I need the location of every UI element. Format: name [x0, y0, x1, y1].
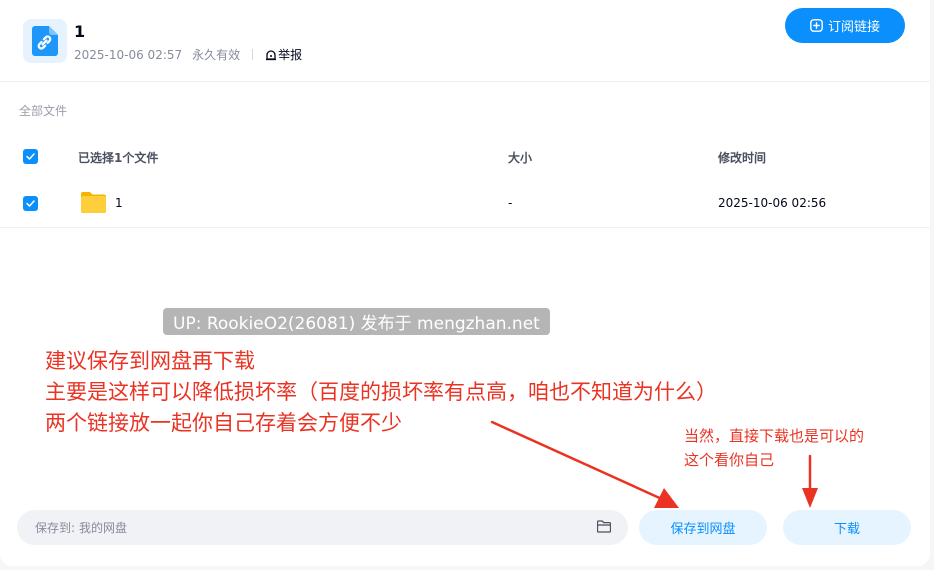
file-size: -: [508, 196, 513, 210]
save-to-netdisk-button[interactable]: 保存到网盘: [639, 510, 767, 545]
save-destination-field[interactable]: 保存到: 我的网盘: [17, 510, 628, 545]
column-header-name: 已选择1个文件: [78, 151, 159, 165]
file-modified: 2025-10-06 02:56: [718, 196, 827, 210]
annotation-text: 建议保存到网盘再下载 主要是这样可以降低损坏率（百度的损坏率有点高，咱也不知道为…: [45, 346, 717, 439]
report-icon: [266, 49, 277, 60]
folder-icon: [81, 192, 106, 213]
annotation-line: 主要是这样可以降低损坏率（百度的损坏率有点高，咱也不知道为什么）: [45, 380, 717, 404]
checkbox-checked-icon: [26, 200, 35, 207]
row-checkbox[interactable]: [23, 196, 38, 211]
annotation-side-line: 当然，直接下载也是可以的: [684, 427, 865, 445]
share-validity: 永久有效: [192, 48, 241, 62]
column-header-size[interactable]: 大小: [508, 149, 532, 166]
choose-folder-icon[interactable]: [597, 520, 611, 533]
file-name[interactable]: 1: [115, 196, 123, 210]
share-date: 2025-10-06 02:57: [74, 47, 183, 62]
share-header: 1 2025-10-06 02:57 永久有效 举报 订阅链接: [0, 0, 930, 82]
checkbox-checked-icon: [26, 153, 35, 160]
subscribe-link-button[interactable]: 订阅链接: [785, 8, 905, 43]
share-meta: 2025-10-06 02:57 永久有效 举报: [74, 46, 302, 63]
select-all-checkbox[interactable]: [23, 149, 38, 164]
share-title: 1: [74, 22, 86, 41]
annotation-arrows: [490, 420, 818, 508]
report-link[interactable]: 举报: [265, 46, 302, 63]
download-button[interactable]: 下载: [783, 510, 911, 545]
share-page: 1 2025-10-06 02:57 永久有效 举报 订阅链接 全部文件 已选择…: [0, 0, 930, 566]
report-label: 举报: [278, 48, 303, 62]
breadcrumb-all-files[interactable]: 全部文件: [19, 102, 67, 119]
subscribe-label: 订阅链接: [827, 20, 880, 35]
column-header-modified[interactable]: 修改时间: [718, 149, 766, 166]
save-to-value: 我的网盘: [79, 521, 128, 535]
annotation-line: 建议保存到网盘再下载: [45, 349, 255, 373]
annotation-side-text: 当然，直接下载也是可以的 这个看你自己: [684, 424, 864, 472]
annotation-side-line: 这个看你自己: [684, 451, 775, 469]
annotation-line: 两个链接放一起你自己存着会方便不少: [45, 411, 402, 435]
subscribe-plus-icon: [810, 19, 823, 32]
meta-divider: [252, 49, 254, 60]
save-to-label: 保存到:: [35, 521, 76, 535]
watermark: UP: RookieO2(26081) 发布于 mengzhan.net: [163, 308, 550, 335]
link-file-icon: [23, 19, 67, 63]
